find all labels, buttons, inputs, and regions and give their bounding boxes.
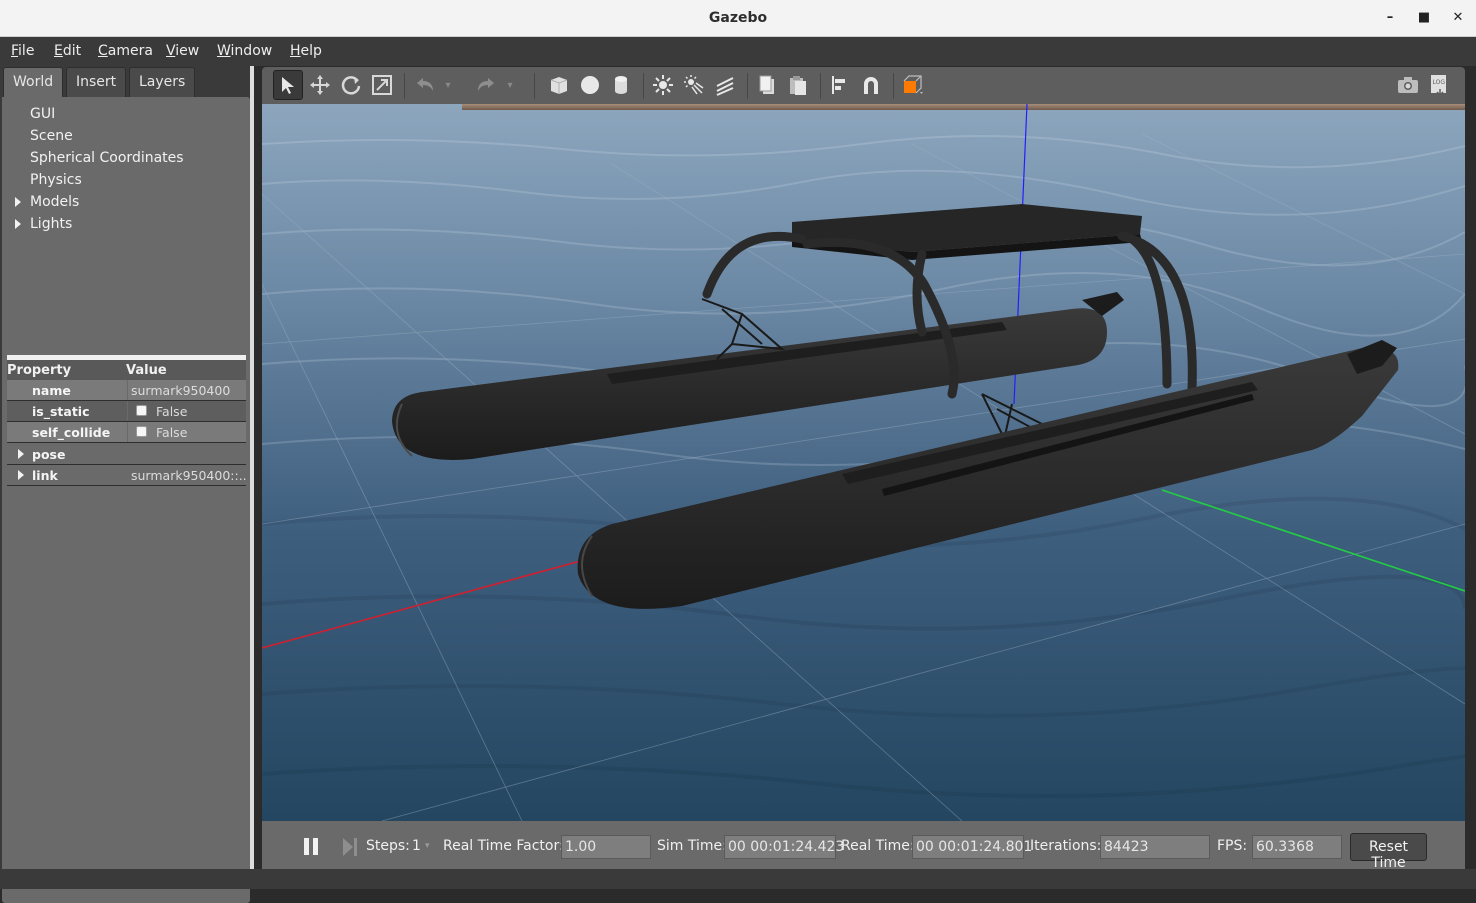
point-light-icon[interactable] bbox=[648, 70, 678, 100]
rtf-value: 1.00 bbox=[561, 835, 651, 859]
paste-icon[interactable] bbox=[783, 70, 813, 100]
simulation-status-bar: Steps: 1 ▾ Real Time Factor: 1.00 Sim Ti… bbox=[262, 821, 1465, 871]
svg-text:LOG: LOG bbox=[1433, 79, 1446, 86]
property-value: False bbox=[156, 425, 188, 440]
scene-render bbox=[262, 104, 1465, 821]
property-key: self_collide bbox=[7, 422, 127, 442]
toolbar: ▾ ▾ LOG bbox=[262, 67, 1465, 104]
property-value: surmark950400::... bbox=[131, 468, 246, 483]
property-column-header: Property bbox=[7, 363, 72, 378]
step-icon[interactable] bbox=[343, 838, 357, 860]
property-key: link bbox=[32, 468, 58, 483]
tab-layers[interactable]: Layers bbox=[129, 67, 196, 97]
screenshot-camera-icon[interactable] bbox=[1393, 70, 1423, 100]
property-table-header: Property Value bbox=[7, 360, 246, 380]
box-icon[interactable] bbox=[544, 70, 574, 100]
property-value[interactable]: surmark950400 bbox=[128, 380, 246, 400]
is-static-checkbox[interactable] bbox=[136, 405, 147, 416]
redo-dropdown-icon[interactable]: ▾ bbox=[502, 70, 518, 100]
rotate-icon[interactable] bbox=[336, 70, 366, 100]
left-panel: World Insert Layers GUI Scene Spherical … bbox=[0, 66, 254, 903]
maximize-icon[interactable]: ■ bbox=[1416, 10, 1432, 26]
property-value bbox=[128, 444, 246, 464]
rtf-label: Real Time Factor: bbox=[443, 838, 564, 854]
iterations-label: Iterations: bbox=[1030, 838, 1102, 854]
undo-dropdown-icon[interactable]: ▾ bbox=[440, 70, 456, 100]
toolbar-separator bbox=[404, 73, 405, 99]
property-row-name[interactable]: name surmark950400 bbox=[7, 380, 246, 401]
sim-time-value: 00 00:01:24.423 bbox=[724, 835, 844, 859]
sphere-icon[interactable] bbox=[575, 70, 605, 100]
toolbar-separator bbox=[893, 73, 894, 99]
fps-value: 60.3368 bbox=[1252, 835, 1342, 859]
expand-arrow-icon[interactable] bbox=[15, 197, 21, 207]
property-row-pose[interactable]: pose bbox=[7, 444, 246, 465]
iterations-value: 84423 bbox=[1100, 835, 1210, 859]
property-value-cell: False bbox=[128, 422, 246, 442]
window-title: Gazebo bbox=[708, 10, 768, 26]
world-tab-body: GUI Scene Spherical Coordinates Physics … bbox=[2, 97, 250, 903]
tree-item-scene[interactable]: Scene bbox=[30, 128, 73, 144]
toolbar-separator bbox=[747, 73, 748, 99]
tree-item-lights[interactable]: Lights bbox=[30, 216, 72, 232]
real-time-label: Real Time: bbox=[841, 838, 915, 854]
toolbar-separator bbox=[643, 73, 644, 99]
snap-magnet-icon[interactable] bbox=[856, 70, 886, 100]
directional-light-icon[interactable] bbox=[710, 70, 740, 100]
menu-edit[interactable]: Edit bbox=[54, 43, 81, 59]
tree-item-physics[interactable]: Physics bbox=[30, 172, 82, 188]
tree-item-gui[interactable]: GUI bbox=[30, 106, 55, 122]
title-bar: Gazebo – ■ ✕ bbox=[0, 0, 1476, 37]
undo-icon[interactable] bbox=[410, 70, 440, 100]
panel-splitter[interactable] bbox=[250, 66, 254, 889]
toolbar-separator bbox=[820, 73, 821, 99]
menu-window[interactable]: Window bbox=[217, 43, 272, 59]
steps-label: Steps: bbox=[366, 838, 410, 854]
steps-spinner-icon[interactable]: ▾ bbox=[425, 841, 430, 851]
sim-time-label: Sim Time: bbox=[657, 838, 727, 854]
select-arrow-icon[interactable] bbox=[273, 70, 303, 100]
view-angle-icon[interactable] bbox=[898, 70, 928, 100]
pause-icon[interactable] bbox=[304, 838, 309, 855]
spot-light-icon[interactable] bbox=[679, 70, 709, 100]
fps-label: FPS: bbox=[1217, 838, 1248, 854]
copy-icon[interactable] bbox=[752, 70, 782, 100]
redo-icon[interactable] bbox=[471, 70, 501, 100]
reset-time-button[interactable]: Reset Time bbox=[1350, 833, 1427, 871]
3d-viewport[interactable] bbox=[262, 104, 1465, 821]
property-key: pose bbox=[32, 447, 66, 462]
menu-camera[interactable]: Camera bbox=[98, 43, 153, 59]
tab-world[interactable]: World bbox=[3, 67, 64, 97]
menu-help[interactable]: Help bbox=[290, 43, 322, 59]
log-icon[interactable]: LOG bbox=[1424, 70, 1454, 100]
menu-view[interactable]: View bbox=[166, 43, 199, 59]
property-value-cell: False bbox=[128, 401, 246, 421]
menu-bar: File Edit Camera View Window Help bbox=[0, 37, 1476, 66]
scale-icon[interactable] bbox=[367, 70, 397, 100]
expand-arrow-icon[interactable] bbox=[15, 219, 21, 229]
menu-file[interactable]: File bbox=[11, 43, 34, 59]
property-row-link[interactable]: link surmark950400::... bbox=[7, 465, 246, 486]
property-value: False bbox=[156, 404, 188, 419]
real-time-value: 00 00:01:24.801 bbox=[912, 835, 1032, 859]
tree-item-spherical-coordinates[interactable]: Spherical Coordinates bbox=[30, 150, 184, 166]
align-icon[interactable] bbox=[825, 70, 855, 100]
value-column-header: Value bbox=[126, 363, 167, 378]
property-row-is-static[interactable]: is_static False bbox=[7, 401, 246, 422]
toolbar-separator bbox=[534, 73, 535, 99]
cylinder-icon[interactable] bbox=[606, 70, 636, 100]
minimize-icon[interactable]: – bbox=[1382, 10, 1398, 26]
tree-item-models[interactable]: Models bbox=[30, 194, 79, 210]
property-row-self-collide[interactable]: self_collide False bbox=[7, 422, 246, 443]
pause-icon-bar bbox=[313, 838, 318, 855]
tab-insert[interactable]: Insert bbox=[66, 67, 127, 97]
self-collide-checkbox[interactable] bbox=[136, 426, 147, 437]
property-key: is_static bbox=[7, 401, 127, 421]
property-key: name bbox=[7, 380, 127, 400]
close-icon[interactable]: ✕ bbox=[1450, 10, 1466, 26]
steps-value[interactable]: 1 bbox=[412, 838, 421, 854]
window-bottom-border bbox=[0, 869, 1476, 889]
translate-icon[interactable] bbox=[305, 70, 335, 100]
